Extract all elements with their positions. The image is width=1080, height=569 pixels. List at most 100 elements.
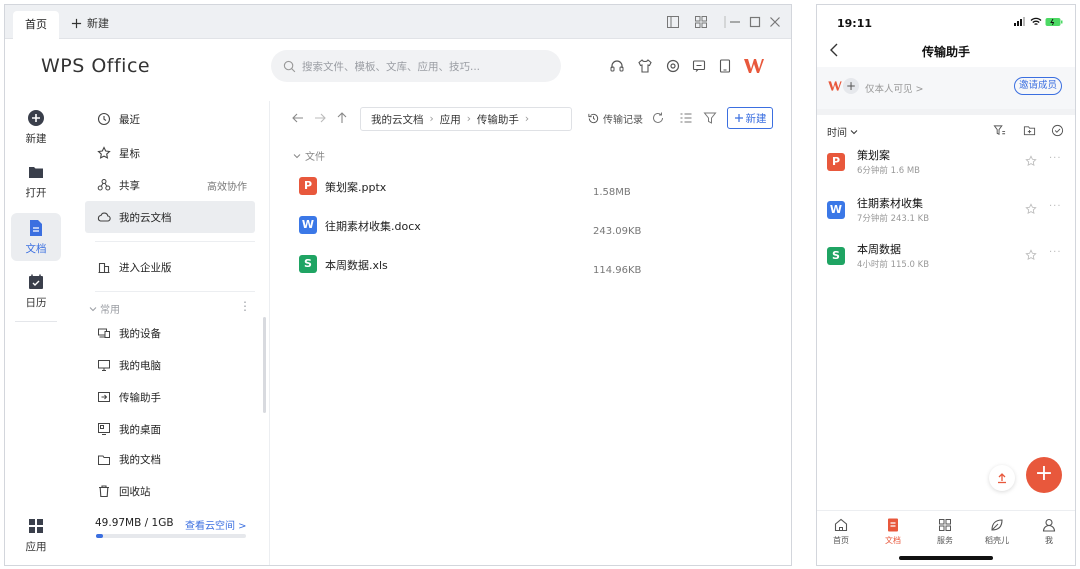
plus-circle-icon (28, 110, 44, 126)
view-cloud-space-link[interactable]: 查看云空间 > (185, 517, 247, 532)
tab-docer[interactable]: 稻壳儿 (977, 517, 1017, 546)
nav-transfer[interactable]: 传输助手 (85, 381, 255, 413)
nav-my-cloud[interactable]: 我的云文档 (85, 201, 255, 233)
clock-icon (97, 112, 111, 126)
nav-my-device[interactable]: 我的设备 (85, 317, 255, 349)
rail-docs[interactable]: 文档 (11, 213, 61, 261)
file-name: 往期素材收集 (857, 197, 923, 210)
nav-my-docs[interactable]: 我的文档 (85, 445, 255, 467)
monitor-icon (98, 360, 110, 371)
rail-new[interactable]: 新建 (11, 109, 61, 146)
calendar-icon (29, 274, 43, 289)
file-row[interactable]: S 本周数据.xls 114.96KB (299, 255, 779, 277)
wifi-icon (1030, 17, 1042, 26)
add-member-button[interactable]: + (843, 78, 859, 94)
tab-docs[interactable]: 文档 (873, 517, 913, 546)
upload-button[interactable] (989, 465, 1015, 491)
folder-icon (29, 167, 43, 178)
nav-recent[interactable]: 最近 (85, 103, 255, 135)
excel-icon: S (827, 247, 845, 265)
new-button-label: 新建 (745, 112, 767, 125)
star-icon[interactable] (1025, 249, 1037, 261)
trash-icon (99, 485, 109, 498)
visibility-setting[interactable]: 仅本人可见 > (865, 81, 923, 95)
nav-my-desktop[interactable]: 我的桌面 (85, 413, 255, 445)
transfer-history-button[interactable]: 传输记录 (587, 111, 643, 126)
tab-home[interactable]: 首页 (13, 11, 59, 39)
minimize-icon[interactable] (727, 14, 743, 30)
nav-starred[interactable]: 星标 (85, 137, 255, 169)
headset-icon[interactable] (609, 58, 625, 74)
section-files[interactable]: 文件 (293, 148, 325, 163)
new-folder-icon[interactable] (1023, 124, 1036, 137)
file-row[interactable]: P 策划案.pptx 1.58MB (299, 177, 779, 199)
grid-view-icon[interactable] (693, 14, 709, 30)
more-icon[interactable]: ⋮ (239, 299, 251, 313)
tablet-icon[interactable] (717, 58, 733, 74)
tab-me[interactable]: 我 (1029, 517, 1069, 546)
tab-new[interactable]: 新建 (71, 14, 109, 32)
transfer-history-label: 传输记录 (603, 115, 643, 126)
nav-shared-hint: 高效协作 (207, 181, 247, 193)
list-item[interactable]: S 本周数据 4小时前 115.0 KB ··· (827, 241, 1067, 277)
storage-quota: 49.97MB / 1GB (95, 517, 174, 529)
back-arrow-icon[interactable] (291, 111, 305, 125)
rail-calendar[interactable]: 日历 (11, 273, 61, 310)
maximize-icon[interactable] (747, 14, 763, 30)
bottom-tab-bar: 首页 文档 服务 稻壳儿 我 (817, 510, 1075, 554)
select-icon[interactable] (1051, 124, 1064, 137)
nav-scrollbar[interactable] (263, 317, 266, 413)
gear-icon[interactable] (665, 58, 681, 74)
rail-calendar-label: 日历 (25, 297, 47, 309)
close-icon[interactable] (767, 14, 783, 30)
more-icon[interactable]: ··· (1049, 247, 1062, 258)
list-item[interactable]: W 往期素材收集 7分钟前 243.1 KB ··· (827, 195, 1067, 231)
breadcrumb-apps[interactable]: 应用 (440, 112, 461, 127)
section-common[interactable]: 常用 (89, 301, 120, 316)
list-item[interactable]: P 策划案 6分钟前 1.6 MB ··· (827, 147, 1067, 183)
filter-icon[interactable] (993, 124, 1006, 137)
nav-recycle[interactable]: 回收站 (85, 475, 255, 507)
new-button[interactable]: 新建 (727, 107, 773, 129)
nav-my-pc[interactable]: 我的电脑 (85, 349, 255, 381)
tab-home[interactable]: 首页 (821, 517, 861, 546)
breadcrumb-my-cloud[interactable]: 我的云文档 (371, 112, 424, 127)
nav-shared[interactable]: 共享 高效协作 (85, 169, 255, 201)
status-time: 19:11 (837, 17, 873, 30)
more-icon[interactable]: ··· (1049, 201, 1062, 212)
apps-grid-icon (29, 519, 43, 533)
search-input[interactable]: 搜索文件、模板、文库、应用、技巧... (271, 50, 561, 82)
filter-icon[interactable] (703, 111, 717, 125)
rail-open[interactable]: 打开 (11, 163, 61, 200)
skin-icon[interactable] (637, 58, 653, 74)
tab-docer-label: 稻壳儿 (985, 536, 1009, 545)
tab-services-label: 服务 (937, 536, 953, 545)
file-name: 本周数据 (857, 243, 901, 256)
add-fab-button[interactable]: + (1026, 457, 1062, 493)
up-arrow-icon[interactable] (335, 111, 349, 125)
star-icon[interactable] (1025, 155, 1037, 167)
tab-services[interactable]: 服务 (925, 517, 965, 546)
sidebar-toggle-icon[interactable] (665, 14, 681, 30)
nav-my-device-label: 我的设备 (119, 327, 161, 340)
breadcrumb: 我的云文档 › 应用 › 传输助手 › (360, 107, 572, 131)
refresh-icon[interactable] (651, 111, 665, 125)
rail-apps[interactable]: 应用 (11, 517, 61, 554)
more-icon[interactable]: ··· (1049, 153, 1062, 164)
ppt-icon: P (299, 177, 317, 195)
ppt-icon: P (827, 153, 845, 171)
folder-icon (98, 455, 110, 465)
breadcrumb-transfer[interactable]: 传输助手 (477, 112, 519, 127)
file-row[interactable]: W 往期素材收集.docx 243.09KB (299, 216, 779, 238)
invite-members-button[interactable]: 邀请成员 (1014, 77, 1062, 95)
list-view-icon[interactable] (679, 111, 693, 125)
sort-by-time[interactable]: 时间 (827, 124, 858, 139)
nav-my-docs-label: 我的文档 (119, 454, 161, 466)
nav-enterprise[interactable]: 进入企业版 (85, 251, 255, 283)
forward-arrow-icon[interactable] (313, 111, 327, 125)
star-icon[interactable] (1025, 203, 1037, 215)
breadcrumb-separator: › (524, 113, 530, 125)
nav-enterprise-label: 进入企业版 (119, 261, 172, 274)
file-size: 1.58MB (593, 187, 631, 198)
message-icon[interactable] (691, 58, 707, 74)
